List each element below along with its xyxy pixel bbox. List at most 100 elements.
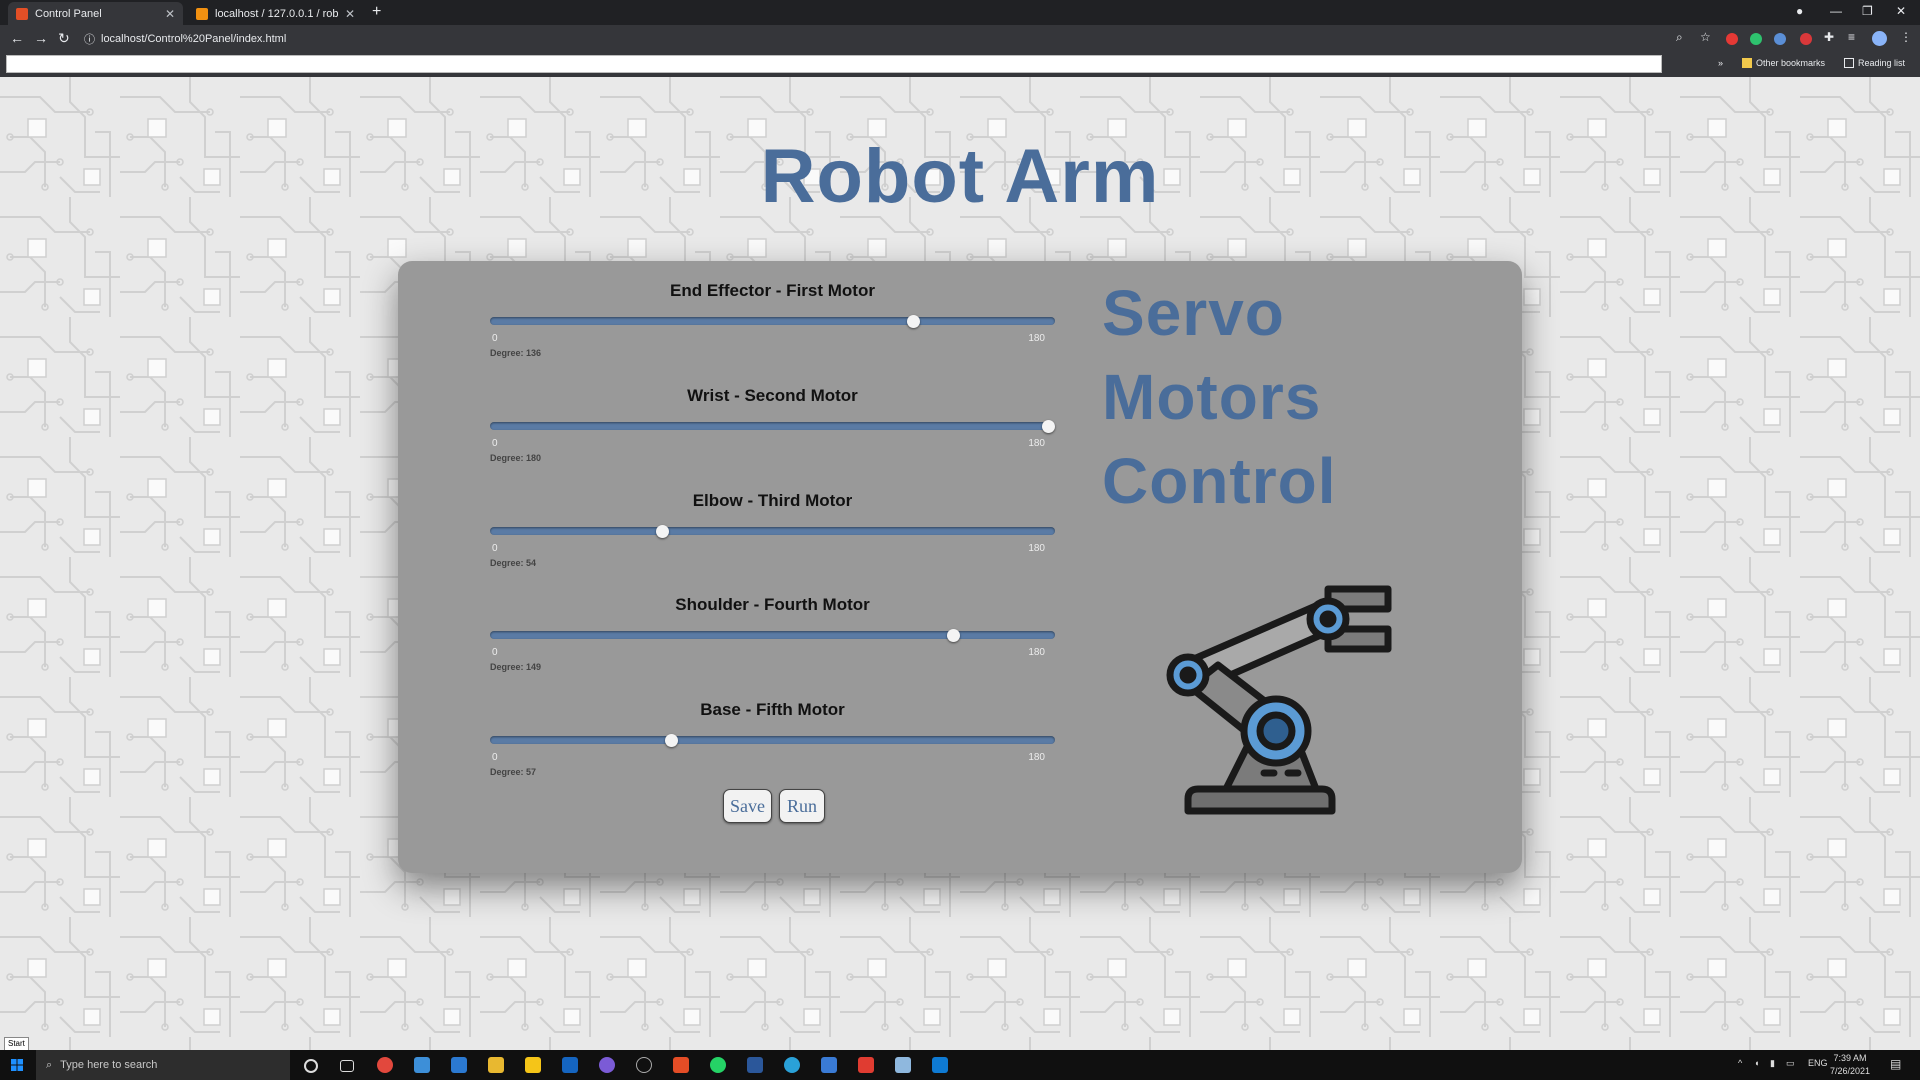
profile-menu-icon[interactable]: ●: [1796, 4, 1803, 18]
phpmyadmin-icon: [196, 7, 208, 20]
slider-track[interactable]: [490, 317, 1055, 325]
clock-time: 7:39 AM: [1833, 1053, 1867, 1063]
windows-taskbar: ⌕ Type here to search ^ ◖ ▮ ▭ ENG 7:39 A…: [0, 1050, 1920, 1080]
telegram-icon[interactable]: [784, 1057, 800, 1073]
slider-max-label: 180: [1028, 543, 1045, 554]
bookmark-star-icon[interactable]: ☆: [1700, 30, 1711, 44]
tray-overflow-icon[interactable]: ^: [1738, 1058, 1742, 1068]
extension-blue-icon[interactable]: [1774, 33, 1786, 45]
tab-control-panel[interactable]: Control Panel ✕: [8, 2, 183, 25]
minimize-icon[interactable]: —: [1830, 4, 1842, 18]
motor-title: Wrist - Second Motor: [687, 386, 858, 405]
close-icon[interactable]: ✕: [345, 7, 355, 21]
brackets-icon[interactable]: [673, 1057, 689, 1073]
notification-center-icon[interactable]: ▤: [1890, 1057, 1901, 1071]
tab-label: localhost / 127.0.0.1 / robot_arm: [215, 7, 338, 20]
html5-icon: [16, 7, 28, 20]
slider-min-label: 0: [492, 333, 498, 344]
reload-icon[interactable]: ↻: [58, 30, 70, 47]
extension-red-icon[interactable]: [1726, 33, 1738, 45]
clock-app-icon[interactable]: [636, 1057, 652, 1073]
slider-min-label: 0: [492, 647, 498, 658]
microphone-icon[interactable]: ▮: [1770, 1058, 1775, 1069]
folder-icon: [1742, 58, 1752, 68]
new-tab-icon[interactable]: +: [372, 3, 381, 21]
forward-icon[interactable]: →: [34, 30, 48, 46]
volume-icon[interactable]: ◖: [1754, 1058, 1759, 1068]
extension-record-icon[interactable]: [1800, 33, 1812, 45]
save-button[interactable]: Save: [723, 789, 772, 823]
media-player-icon[interactable]: [562, 1057, 578, 1073]
run-button[interactable]: Run: [779, 789, 825, 823]
action-buttons: Save Run: [723, 789, 825, 823]
heading-line-motors: Motors: [1102, 361, 1322, 433]
slider-min-label: 0: [492, 752, 498, 763]
slider-track[interactable]: [490, 422, 1055, 430]
language-indicator[interactable]: ENG: [1808, 1058, 1828, 1068]
media-control-icon[interactable]: ≡: [1848, 30, 1855, 44]
messenger-icon[interactable]: [599, 1057, 615, 1073]
cortana-icon[interactable]: [304, 1059, 318, 1073]
slider-track[interactable]: [490, 736, 1055, 744]
extension-green-icon[interactable]: [1750, 33, 1762, 45]
slider-track[interactable]: [490, 527, 1055, 535]
slider-thumb[interactable]: [665, 734, 678, 747]
slider-thumb[interactable]: [656, 525, 669, 538]
photos-icon[interactable]: [821, 1057, 837, 1073]
close-window-icon[interactable]: ✕: [1896, 4, 1906, 18]
more-menu-icon[interactable]: ⋮: [1900, 30, 1912, 44]
avatar[interactable]: [1872, 31, 1887, 46]
clock-date: 7/26/2021: [1830, 1066, 1871, 1076]
file-explorer-icon[interactable]: [488, 1057, 504, 1073]
extensions-puzzle-icon[interactable]: ✚: [1824, 30, 1834, 44]
microsoft-store-icon[interactable]: [414, 1057, 430, 1073]
close-icon[interactable]: ✕: [165, 7, 175, 21]
heading-line-servo: Servo: [1102, 277, 1285, 349]
address-bar[interactable]: ⓘ localhost/Control%20Panel/index.html: [84, 28, 1684, 50]
taskbar-clock[interactable]: 7:39 AM 7/26/2021: [1830, 1052, 1870, 1078]
sticky-notes-icon[interactable]: [525, 1057, 541, 1073]
other-bookmarks-button[interactable]: Other bookmarks: [1742, 58, 1825, 68]
slider-max-label: 180: [1028, 333, 1045, 344]
reading-list-button[interactable]: Reading list: [1844, 58, 1905, 68]
notepad-icon[interactable]: [895, 1057, 911, 1073]
control-panel-card: End Effector - First Motor 0 180 Degree:…: [398, 261, 1522, 873]
motor-title: Shoulder - Fourth Motor: [675, 595, 870, 614]
back-icon[interactable]: ←: [10, 30, 24, 46]
tab-label: Control Panel: [35, 7, 102, 20]
web-page: Robot Arm End Effector - First Motor 0 1…: [0, 77, 1920, 1050]
taskbar-search-box[interactable]: ⌕ Type here to search: [36, 1050, 290, 1080]
network-icon[interactable]: ▭: [1786, 1058, 1795, 1069]
windows-start-icon[interactable]: [11, 1059, 23, 1071]
slider-min-label: 0: [492, 438, 498, 449]
bookmarks-bar: » Other bookmarks Reading list: [0, 53, 1920, 77]
reading-list-label: Reading list: [1858, 58, 1906, 68]
degree-readout: Degree: 180: [490, 453, 542, 463]
mail-icon[interactable]: [451, 1057, 467, 1073]
tab-phpmyadmin[interactable]: localhost / 127.0.0.1 / robot_arm ✕: [188, 2, 363, 25]
motor-title: End Effector - First Motor: [670, 281, 875, 300]
slider-thumb[interactable]: [947, 629, 960, 642]
slider-min-label: 0: [492, 543, 498, 554]
whatsapp-icon[interactable]: [710, 1057, 726, 1073]
slider-track[interactable]: [490, 631, 1055, 639]
browser-tab-strip: Control Panel ✕ localhost / 127.0.0.1 / …: [0, 0, 1920, 25]
degree-readout: Degree: 57: [490, 767, 537, 777]
zoom-icon[interactable]: ⌕: [1676, 30, 1683, 45]
slider-thumb[interactable]: [1042, 420, 1055, 433]
vscode-icon[interactable]: [932, 1057, 948, 1073]
search-icon: ⌕: [46, 1058, 53, 1071]
chrome-icon[interactable]: [377, 1057, 393, 1073]
info-icon[interactable]: ⓘ: [84, 31, 95, 47]
degree-readout: Degree: 136: [490, 348, 542, 358]
restore-icon[interactable]: ❐: [1862, 4, 1873, 18]
start-tooltip: Start: [4, 1037, 29, 1051]
servo-motors-control-heading: Servo Motors Control: [1102, 271, 1337, 523]
other-bookmarks-label: Other bookmarks: [1756, 58, 1826, 68]
task-view-icon[interactable]: [340, 1060, 354, 1072]
slider-max-label: 180: [1028, 752, 1045, 763]
word-icon[interactable]: [747, 1057, 763, 1073]
slider-thumb[interactable]: [907, 315, 920, 328]
arduino-icon[interactable]: [858, 1057, 874, 1073]
bookmarks-overflow-button[interactable]: »: [1718, 58, 1723, 68]
